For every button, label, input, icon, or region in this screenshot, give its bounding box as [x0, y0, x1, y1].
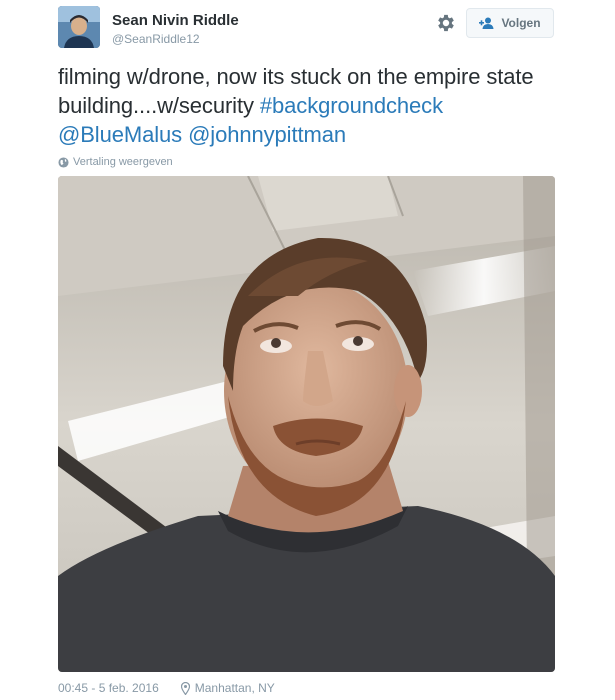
add-user-icon — [479, 17, 494, 29]
tweet-card: Sean Nivin Riddle @SeanRiddle12 Volgen f… — [0, 0, 615, 700]
gear-icon[interactable] — [435, 12, 457, 34]
gear-icon-graphic — [438, 14, 454, 32]
translate-link[interactable]: Vertaling weergeven — [58, 156, 173, 168]
hashtag-link[interactable]: #backgroundcheck — [260, 93, 443, 118]
mention-link-johnnypittman[interactable]: @johnnypittman — [188, 122, 346, 147]
avatar-image — [58, 6, 100, 48]
user-display-name[interactable]: Sean Nivin Riddle — [112, 12, 239, 29]
selfie-image — [58, 176, 555, 672]
tweet-footer: 00:45 - 5 feb. 2016 Manhattan, NY — [58, 681, 275, 695]
tweet-location-label: Manhattan, NY — [194, 681, 275, 695]
tweet-photo[interactable] — [58, 176, 555, 672]
avatar[interactable] — [58, 6, 100, 48]
follow-button-label: Volgen — [501, 16, 541, 30]
translate-label: Vertaling weergeven — [73, 156, 173, 168]
tweet-text: filming w/drone, now its stuck on the em… — [58, 62, 558, 149]
follow-button[interactable]: Volgen — [466, 8, 554, 38]
globe-icon — [58, 156, 69, 168]
tweet-timestamp[interactable]: 00:45 - 5 feb. 2016 — [58, 681, 159, 695]
map-pin-icon — [180, 681, 190, 695]
user-handle[interactable]: @SeanRiddle12 — [112, 32, 200, 46]
mention-link-bluemalus[interactable]: @BlueMalus — [58, 122, 182, 147]
tweet-location[interactable]: Manhattan, NY — [180, 681, 275, 695]
